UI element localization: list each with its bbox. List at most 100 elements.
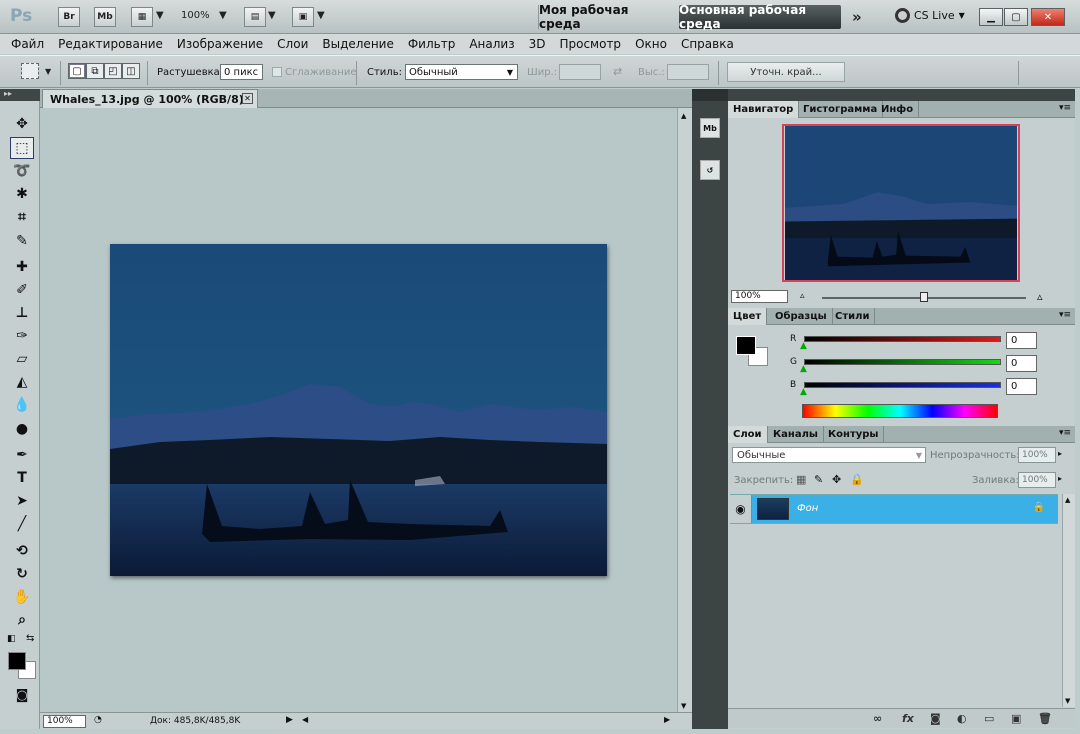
tab-color[interactable]: Цвет (728, 308, 768, 325)
path-select-tool-icon[interactable]: ➤ (10, 490, 34, 512)
scroll-down-icon[interactable]: ▼ (1065, 697, 1070, 705)
clone-stamp-tool-icon[interactable]: ⊥ (10, 302, 34, 324)
lock-transparency-icon[interactable]: ▦ (796, 473, 806, 486)
channel-g-marker[interactable]: ▲ (800, 364, 807, 374)
document-tab[interactable]: Whales_13.jpg @ 100% (RGB/8) ✕ (42, 89, 258, 108)
menu-view[interactable]: Просмотр (559, 37, 621, 51)
pen-tool-icon[interactable]: ✒ (10, 444, 34, 466)
close-button[interactable]: ✕ (1031, 8, 1065, 26)
channel-b-marker[interactable]: ▲ (800, 387, 807, 397)
scroll-up-icon[interactable]: ▲ (681, 112, 686, 120)
dodge-tool-icon[interactable]: ● (10, 418, 34, 440)
eye-icon[interactable]: ◉ (730, 495, 752, 523)
style-select[interactable]: Обычный ▼ (405, 64, 518, 80)
menu-filter[interactable]: Фильтр (408, 37, 455, 51)
menu-layer[interactable]: Слои (277, 37, 308, 51)
refine-edge-button[interactable]: Уточн. край... (727, 62, 845, 82)
eyedropper-tool-icon[interactable]: ✎ (10, 230, 34, 252)
status-zoom-input[interactable]: 100% (43, 715, 86, 728)
color-panel-foreground[interactable] (736, 336, 756, 355)
default-colors-icon[interactable]: ◧ (7, 634, 16, 644)
lasso-tool-icon[interactable]: ➰ (10, 160, 34, 182)
navigator-thumbnail[interactable] (782, 124, 1020, 282)
lock-pixels-icon[interactable]: ✎ (814, 473, 823, 486)
quick-select-tool-icon[interactable]: ✱ (10, 183, 34, 205)
workspace-custom[interactable]: Моя рабочая среда (538, 3, 672, 31)
zoom-level-dropdown[interactable]: 100% (181, 10, 210, 21)
menu-window[interactable]: Окно (635, 37, 667, 51)
eraser-tool-icon[interactable]: ▱ (10, 348, 34, 370)
quick-mask-icon[interactable]: ◙ (10, 684, 34, 706)
new-group-icon[interactable]: ▭ (984, 712, 994, 725)
layers-scrollbar[interactable]: ▲ ▼ (1062, 494, 1075, 707)
chevron-down-icon[interactable]: ▼ (268, 10, 276, 21)
minimize-button[interactable]: ▁ (979, 8, 1003, 26)
tab-swatches[interactable]: Образцы (770, 308, 833, 325)
tab-layers[interactable]: Слои (728, 426, 768, 443)
channel-r-marker[interactable]: ▲ (800, 341, 807, 351)
status-info-icon[interactable]: ◔ (94, 715, 102, 725)
hand-tool-icon[interactable]: ✋ (10, 586, 34, 608)
maximize-button[interactable]: ▢ (1004, 8, 1028, 26)
channel-r-slider[interactable] (804, 336, 1001, 342)
add-selection-icon[interactable]: ⧉ (86, 63, 104, 79)
status-menu-icon[interactable]: ▶ (286, 715, 293, 725)
adjustment-layer-icon[interactable]: ◐ (957, 712, 967, 725)
cs-live-menu[interactable]: CS Live ▼ (895, 8, 965, 23)
tab-info[interactable]: Инфо (876, 101, 920, 118)
move-tool-icon[interactable]: ✥ (10, 113, 34, 135)
panel-menu-icon[interactable]: ▾≡ (1059, 428, 1071, 438)
brush-tool-icon[interactable]: ✐ (10, 279, 34, 301)
navigator-zoom-input[interactable]: 100% (731, 290, 788, 303)
workspace-main[interactable]: Основная рабочая среда (679, 3, 841, 31)
scroll-up-icon[interactable]: ▲ (1065, 496, 1070, 504)
minibridge-button[interactable]: Mb (94, 7, 116, 27)
arrange-documents-button[interactable]: ▤ (244, 7, 266, 27)
channel-g-input[interactable]: 0 (1006, 355, 1037, 372)
tab-histogram[interactable]: Гистограмма (798, 101, 884, 118)
crop-tool-icon[interactable]: ⌗ (10, 206, 34, 228)
channel-b-input[interactable]: 0 (1006, 378, 1037, 395)
type-tool-icon[interactable]: T (10, 467, 34, 489)
tool-preset-picker[interactable] (21, 63, 39, 79)
intersect-selection-icon[interactable]: ◫ (122, 63, 140, 79)
panels-header[interactable] (728, 89, 1075, 101)
menu-select[interactable]: Выделение (322, 37, 393, 51)
layer-mask-icon[interactable]: ◙ (930, 712, 941, 725)
scroll-right-icon[interactable]: ▶ (664, 715, 670, 724)
navigator-zoom-knob[interactable] (920, 292, 928, 302)
tab-navigator[interactable]: Навигатор (728, 101, 800, 118)
lock-all-icon[interactable]: 🔒 (850, 473, 864, 486)
tab-paths[interactable]: Контуры (823, 426, 885, 443)
menu-analysis[interactable]: Анализ (469, 37, 514, 51)
zoom-tool-icon[interactable]: ⌕ (10, 609, 34, 631)
history-brush-tool-icon[interactable]: ✑ (10, 325, 34, 347)
fill-slider-icon[interactable]: ▸ (1058, 474, 1062, 483)
chevron-down-icon[interactable]: ▼ (156, 10, 164, 21)
3d-orbit-tool-icon[interactable]: ↻ (10, 563, 34, 585)
history-panel-icon[interactable]: ↺ (700, 160, 720, 180)
chevron-down-icon[interactable]: ▼ (219, 10, 227, 21)
feather-input[interactable]: 0 пикс (220, 64, 263, 80)
opacity-input[interactable]: 100% (1018, 447, 1056, 463)
link-layers-icon[interactable]: ∞ (873, 712, 882, 725)
panel-menu-icon[interactable]: ▾≡ (1059, 310, 1071, 320)
zoom-in-icon[interactable]: ▵ (1037, 290, 1043, 303)
subtract-selection-icon[interactable]: ◰ (104, 63, 122, 79)
more-workspaces-icon[interactable]: » (852, 8, 862, 26)
tab-styles[interactable]: Стили (830, 308, 876, 325)
blur-tool-icon[interactable]: 💧 (10, 394, 34, 416)
scroll-left-icon[interactable]: ◀ (302, 715, 308, 724)
swap-colors-icon[interactable]: ⇆ (26, 633, 34, 644)
menu-image[interactable]: Изображение (177, 37, 263, 51)
chevron-down-icon[interactable]: ▼ (317, 10, 325, 21)
paint-bucket-tool-icon[interactable]: ◭ (10, 371, 34, 393)
document-image[interactable] (110, 244, 607, 576)
trash-icon[interactable]: 🗑 (1038, 712, 1052, 725)
line-tool-icon[interactable]: ╱ (10, 513, 34, 535)
lock-position-icon[interactable]: ✥ (832, 473, 841, 486)
antialias-checkbox[interactable] (272, 67, 282, 77)
layer-row[interactable]: ◉ Фон 🔒 (730, 494, 1058, 524)
screen-mode-button[interactable]: ▣ (292, 7, 314, 27)
tab-channels[interactable]: Каналы (768, 426, 824, 443)
